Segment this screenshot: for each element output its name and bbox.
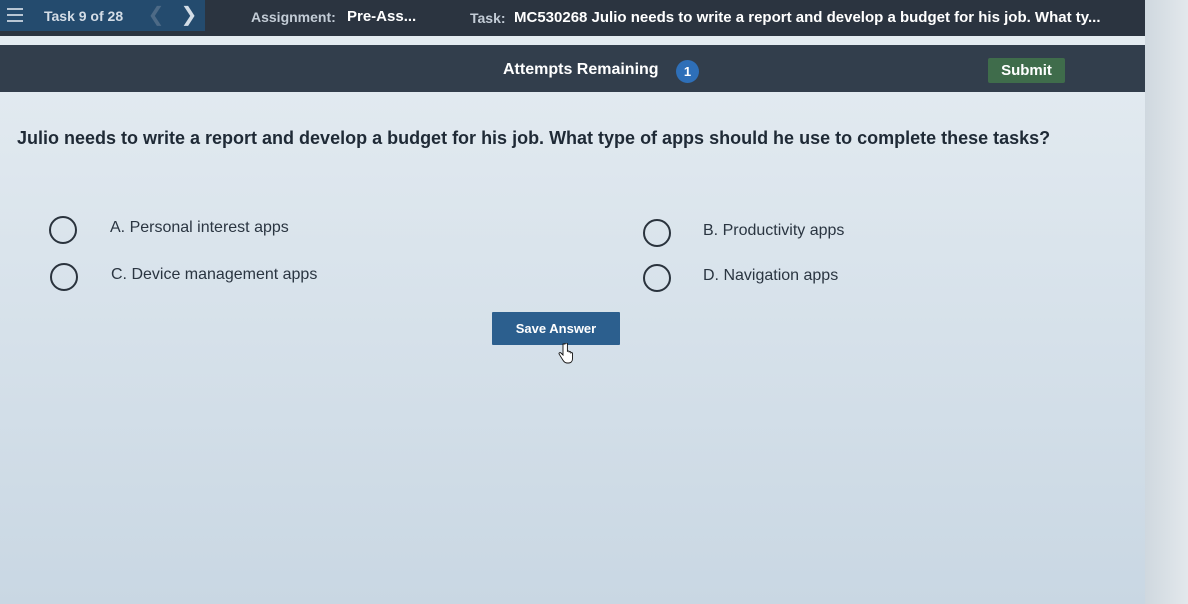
save-answer-button[interactable]: Save Answer xyxy=(492,312,620,345)
attempts-count-badge: 1 xyxy=(676,60,699,83)
task-navigation: Task 9 of 28 ❮ ❯ xyxy=(0,0,205,31)
hand-pointer-cursor-icon xyxy=(558,343,573,364)
screen: Task 9 of 28 ❮ ❯ Assignment: Pre-Ass... … xyxy=(0,0,1145,604)
top-header: Task 9 of 28 ❮ ❯ Assignment: Pre-Ass... … xyxy=(0,0,1145,36)
option-label: D. Navigation apps xyxy=(703,267,839,284)
chevron-left-icon[interactable]: ❮ xyxy=(145,3,167,27)
option-label: C. Device management apps xyxy=(111,266,318,283)
attempts-remaining-label: Attempts Remaining xyxy=(503,61,659,78)
option-label: A. Personal interest apps xyxy=(110,219,289,236)
question-text: Julio needs to write a report and develo… xyxy=(17,128,1051,148)
chevron-right-icon[interactable]: ❯ xyxy=(178,3,200,27)
radio-button[interactable] xyxy=(49,216,77,244)
attempts-bar: Attempts Remaining 1 Submit xyxy=(0,45,1145,92)
assignment-label: Assignment: xyxy=(251,9,336,25)
task-counter: Task 9 of 28 xyxy=(44,8,124,24)
screen-bezel xyxy=(1145,0,1188,604)
radio-button[interactable] xyxy=(643,219,671,247)
task-label: Task: xyxy=(470,10,506,26)
assignment-value: Pre-Ass... xyxy=(347,8,417,25)
option-label: B. Productivity apps xyxy=(703,222,845,239)
submit-button[interactable]: Submit xyxy=(988,58,1065,83)
radio-button[interactable] xyxy=(50,263,78,291)
hamburger-menu-icon[interactable] xyxy=(7,8,23,22)
radio-button[interactable] xyxy=(643,264,671,292)
task-title: MC530268 Julio needs to write a report a… xyxy=(514,9,1101,26)
